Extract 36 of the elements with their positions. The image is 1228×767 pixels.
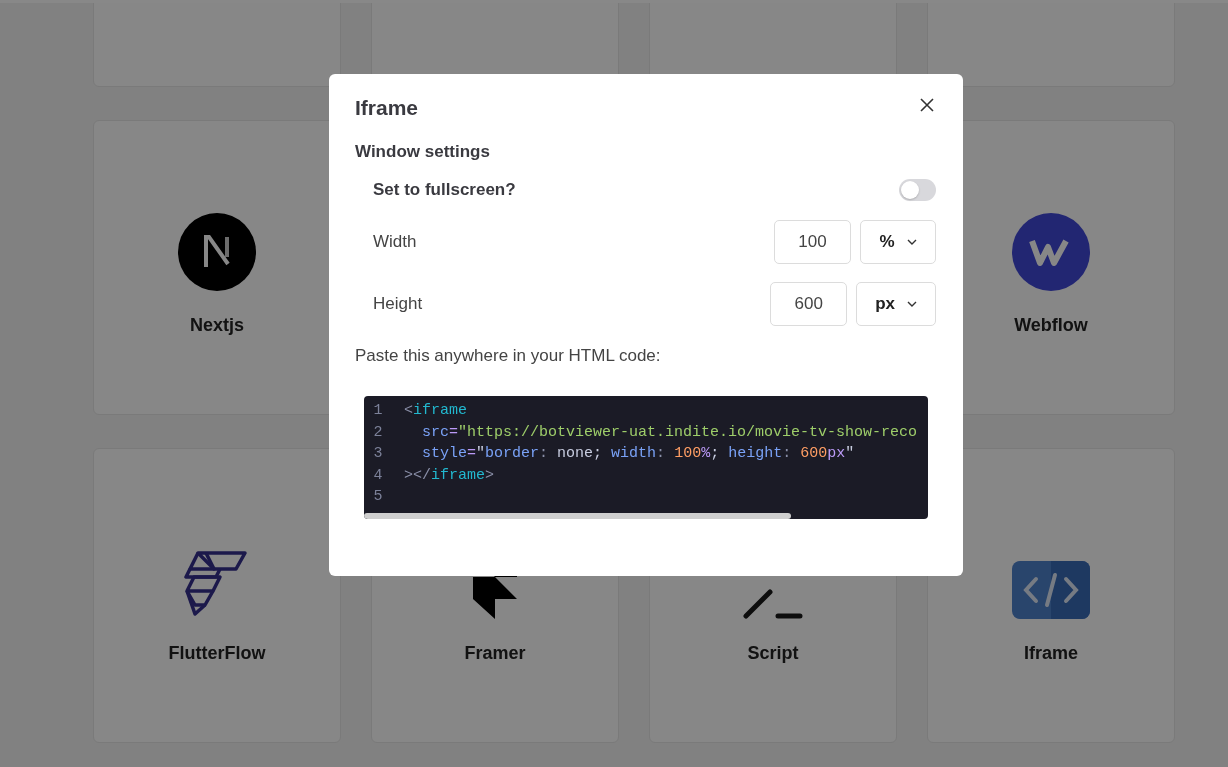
code-line: ></iframe> xyxy=(403,466,495,484)
setting-label: Width xyxy=(373,232,417,252)
line-number: 3 xyxy=(372,445,384,463)
card-title: Webflow xyxy=(1014,315,1088,336)
stacked-shapes-icon xyxy=(184,551,250,619)
instruction-text: Paste this anywhere in your HTML code: xyxy=(355,346,662,366)
integration-card[interactable]: FlutterFlow xyxy=(93,448,341,743)
line-number: 2 xyxy=(372,423,384,441)
caret-icon xyxy=(906,239,917,245)
card-title: FlutterFlow xyxy=(168,643,266,664)
horizontal-scrollbar[interactable] xyxy=(364,513,791,519)
unit-dropdown[interactable]: px xyxy=(856,282,936,326)
unit-dropdown[interactable]: % xyxy=(860,220,936,264)
number-field[interactable]: 600 xyxy=(770,282,848,326)
caret-icon xyxy=(907,301,917,307)
terminal-prompt-icon xyxy=(743,589,803,619)
setting-label: Height xyxy=(373,294,423,314)
integration-card[interactable]: Iframe xyxy=(927,448,1175,743)
line-number: 4 xyxy=(372,466,384,484)
close-icon[interactable] xyxy=(918,96,936,114)
card-title: Nextjs xyxy=(190,315,244,336)
card-title: Framer xyxy=(464,643,526,664)
code-line: <iframe xyxy=(403,402,468,420)
setting-label: Set to fullscreen? xyxy=(373,180,516,200)
code-brackets-icon xyxy=(1012,561,1090,619)
w-circle-icon xyxy=(1012,213,1090,291)
card-title: Script xyxy=(747,643,799,664)
line-number: 5 xyxy=(372,488,384,506)
card-title: Iframe xyxy=(1024,643,1078,664)
fullscreen-toggle[interactable] xyxy=(899,179,936,201)
number-field[interactable]: 100 xyxy=(774,220,851,264)
section-heading: Window settings xyxy=(355,142,491,162)
line-number: 1 xyxy=(372,402,384,420)
letter-n-circle-icon xyxy=(178,213,256,291)
code-line: src="https://botviewer-uat.indite.io/movie-tv-show-reco xyxy=(421,423,918,441)
dialog-title: Iframe xyxy=(355,96,419,120)
